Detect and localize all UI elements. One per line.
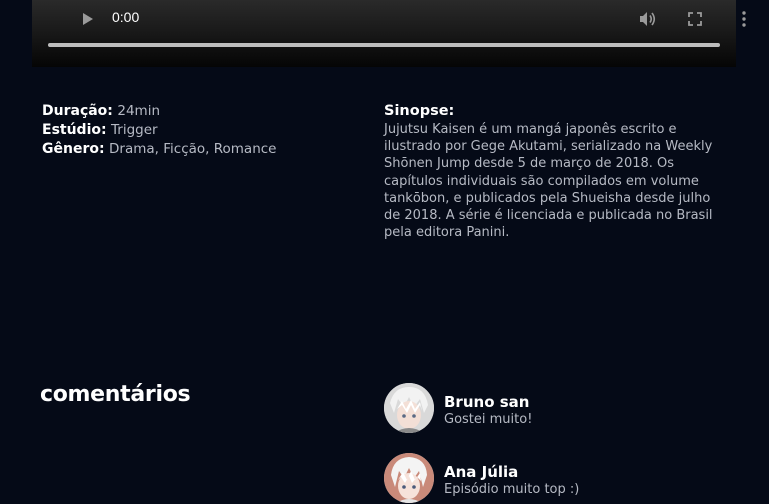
studio-label: Estúdio: xyxy=(42,122,107,138)
video-player[interactable]: 0:00 xyxy=(32,0,746,67)
comments-title: comentários xyxy=(40,382,191,407)
episode-page: 0:00 Duração: 24min Estúdio: Trigger Gên… xyxy=(0,0,769,504)
play-icon[interactable] xyxy=(81,11,95,27)
comment-item: Bruno san Gostei muito! xyxy=(384,383,744,433)
comment-author: Ana Júlia xyxy=(444,463,519,481)
genre-row: Gênero: Drama, Ficção, Romance xyxy=(42,140,277,159)
more-vertical-icon[interactable] xyxy=(735,10,753,28)
comment-text: Gostei muito! xyxy=(444,412,533,427)
synopsis: Sinopse: Jujutsu Kaisen é um mangá japon… xyxy=(384,102,729,241)
comment-item: Ana Júlia Episódio muito top :) xyxy=(384,453,744,503)
duration-value: 24min xyxy=(117,103,160,119)
genre-value: Drama, Ficção, Romance xyxy=(109,141,277,157)
avatar xyxy=(384,453,434,503)
episode-info: Duração: 24min Estúdio: Trigger Gênero: … xyxy=(42,102,277,159)
current-time: 0:00 xyxy=(112,9,140,25)
studio-row: Estúdio: Trigger xyxy=(42,121,277,140)
genre-label: Gênero: xyxy=(42,141,105,157)
fullscreen-icon[interactable] xyxy=(686,10,704,28)
comment-text: Episódio muito top :) xyxy=(444,482,580,497)
studio-value: Trigger xyxy=(111,122,158,138)
duration-label: Duração: xyxy=(42,103,113,119)
synopsis-text: Jujutsu Kaisen é um mangá japonês escrit… xyxy=(384,122,713,241)
duration-row: Duração: 24min xyxy=(42,102,277,121)
progress-bar[interactable] xyxy=(48,43,720,47)
comment-author: Bruno san xyxy=(444,393,530,411)
volume-icon[interactable] xyxy=(639,10,657,28)
synopsis-label: Sinopse: xyxy=(384,103,455,119)
avatar xyxy=(384,383,434,433)
